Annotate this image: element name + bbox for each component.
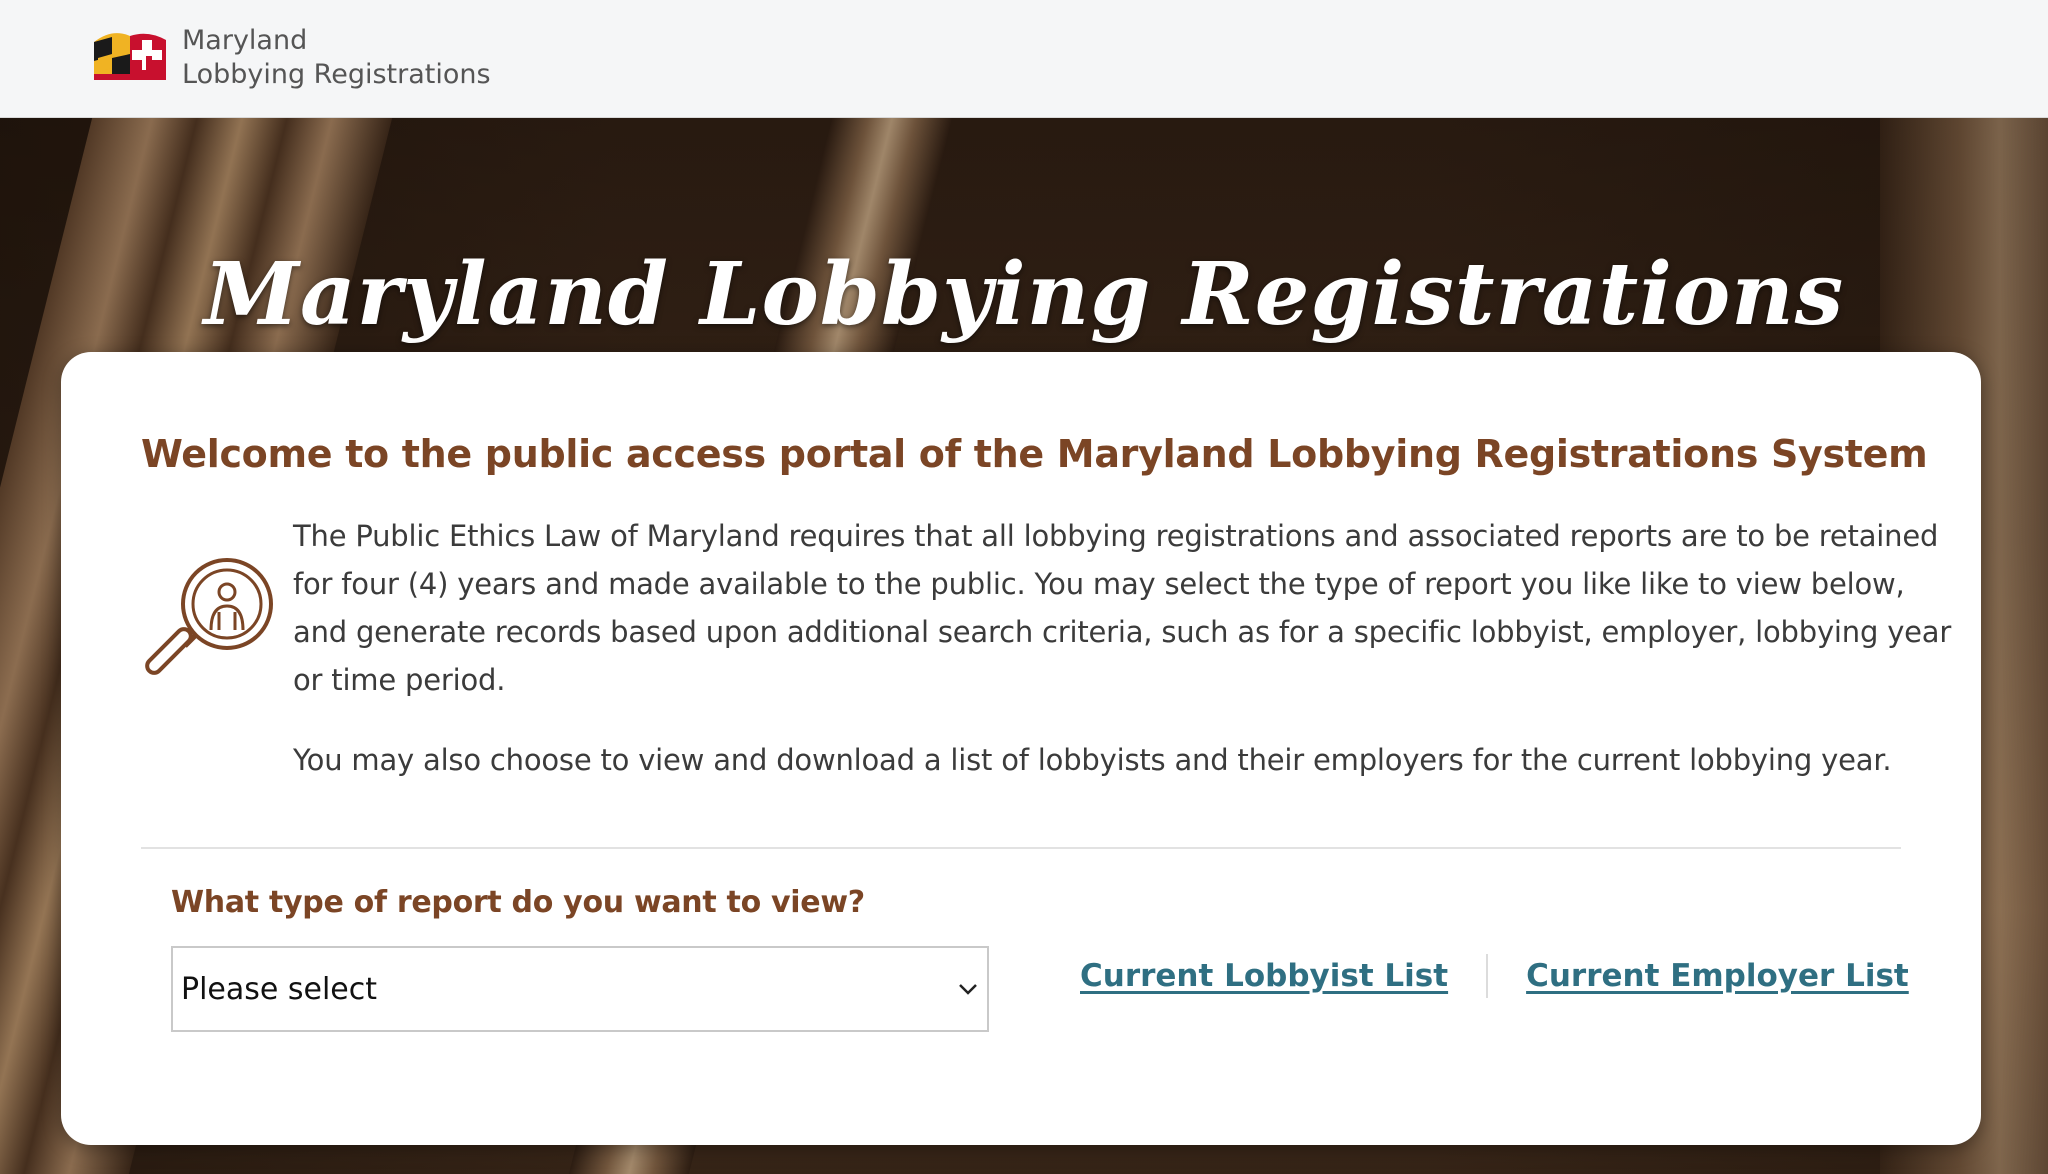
- brand-name: Maryland Lobbying Registrations: [182, 24, 491, 92]
- report-type-select-value: Please select: [181, 971, 378, 1007]
- report-type-label: What type of report do you want to view?: [171, 885, 865, 920]
- top-header: Maryland Lobbying Registrations: [0, 0, 2048, 118]
- brand-line-2: Lobbying Registrations: [182, 59, 491, 90]
- chevron-down-icon: [959, 984, 977, 995]
- section-divider: [141, 847, 1901, 849]
- magnifier-person-icon: [145, 558, 273, 675]
- link-separator: [1486, 954, 1489, 998]
- report-type-select[interactable]: Please select: [171, 946, 989, 1032]
- brand-logo-link[interactable]: Maryland Lobbying Registrations: [90, 24, 491, 92]
- hero-title: Maryland Lobbying Registrations: [203, 243, 1845, 345]
- download-paragraph: You may also choose to view and download…: [293, 743, 1892, 777]
- welcome-card: Welcome to the public access portal of t…: [61, 352, 1981, 1145]
- intro-paragraph: The Public Ethics Law of Maryland requir…: [293, 519, 1952, 697]
- quick-links: Current Lobbyist List Current Employer L…: [1080, 946, 1909, 1006]
- brand-line-1: Maryland: [182, 25, 308, 56]
- current-lobbyist-list-link[interactable]: Current Lobbyist List: [1080, 958, 1448, 994]
- maryland-flag-logo: [94, 33, 166, 80]
- welcome-heading: Welcome to the public access portal of t…: [141, 432, 1928, 476]
- current-employer-list-link[interactable]: Current Employer List: [1526, 958, 1909, 994]
